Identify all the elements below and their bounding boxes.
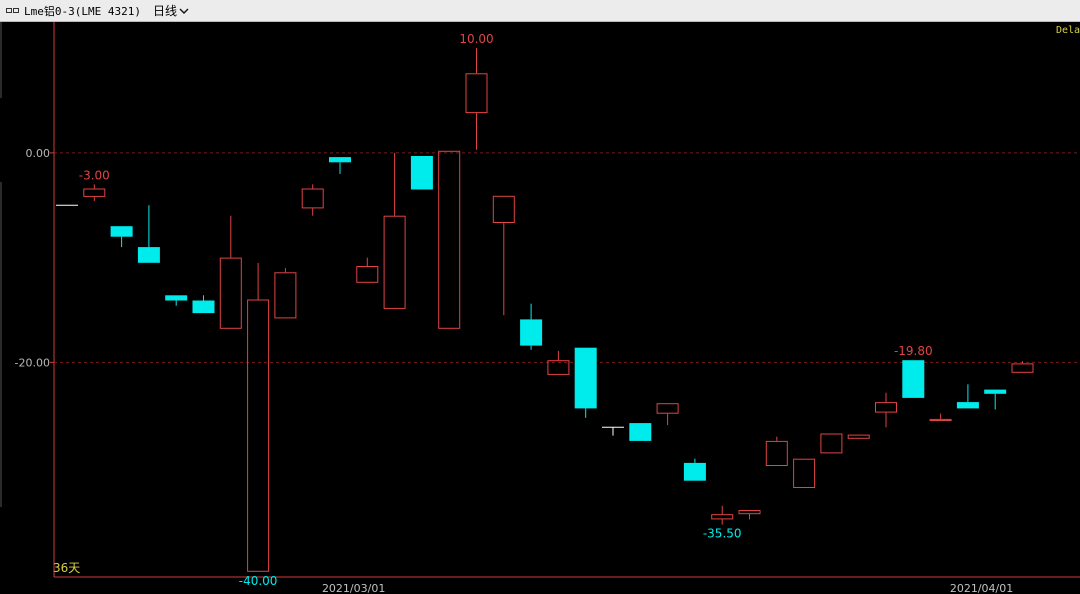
candle-body [383,215,406,309]
candle-body [192,300,215,314]
candle-body [656,403,679,414]
candle-body [984,389,1007,394]
extreme-value-label: -3.00 [79,168,110,182]
candle-body [711,514,734,520]
y-tick-label: 0.00 [26,147,51,160]
y-tick-label: -20.00 [15,356,50,369]
chart-title-bar: Lme铝0-3(LME 4321) 日线 [0,0,1080,22]
candle-body [902,360,925,398]
x-tick-label: 2021/04/01 [950,582,1013,594]
candle-body [410,156,433,190]
candle-body [875,402,897,413]
x-tick-label: 2021/03/01 [322,582,385,594]
chart-area[interactable]: 0.00 -20.00 2021/03/01 2021/04/01 -3.00 10.0… [0,22,1080,594]
candle-body [574,347,597,409]
candle-body [820,433,843,454]
extreme-value-label: 10.00 [459,32,493,46]
candle-body [465,73,488,114]
candle-body [110,226,133,237]
window-icon [6,6,20,16]
candle-body [629,423,652,441]
candle-body [438,150,461,329]
candle-body [83,188,106,197]
candle-body [520,319,543,346]
candle-body [683,462,706,481]
candle-body [793,458,816,489]
candle-body [492,195,515,224]
candle-body [301,188,324,209]
instrument-title: Lme铝0-3(LME 4321) [24,4,141,18]
grid-layer [54,152,1080,363]
chevron-down-icon [179,7,189,15]
extreme-value-label: -40.00 [239,574,278,588]
candle-body [738,510,761,515]
axis-layer: 0.00 -20.00 2021/03/01 2021/04/01 [0,22,1080,594]
candle-body [247,299,270,572]
candle-body [929,418,952,421]
candle-body [137,247,160,263]
candle-body [329,157,351,163]
delay-status: Dela [1056,25,1080,36]
candle-body [274,272,297,319]
candle-body [956,402,979,409]
candle-layer [56,48,1034,572]
extreme-value-label: -19.80 [894,344,933,358]
candlestick-chart[interactable]: 0.00 -20.00 2021/03/01 2021/04/01 -3.00 10.0… [0,22,1080,594]
candle-body [1011,363,1034,373]
candle-body [219,257,242,329]
period-selector[interactable]: 日线 [153,2,189,19]
candle-body [356,266,379,283]
extreme-value-label: -35.50 [703,527,742,541]
days-count-label: 36天 [53,561,80,575]
candle-body [165,295,188,301]
candle-body [847,434,870,439]
period-label: 日线 [152,4,177,18]
candle-body [765,440,788,466]
